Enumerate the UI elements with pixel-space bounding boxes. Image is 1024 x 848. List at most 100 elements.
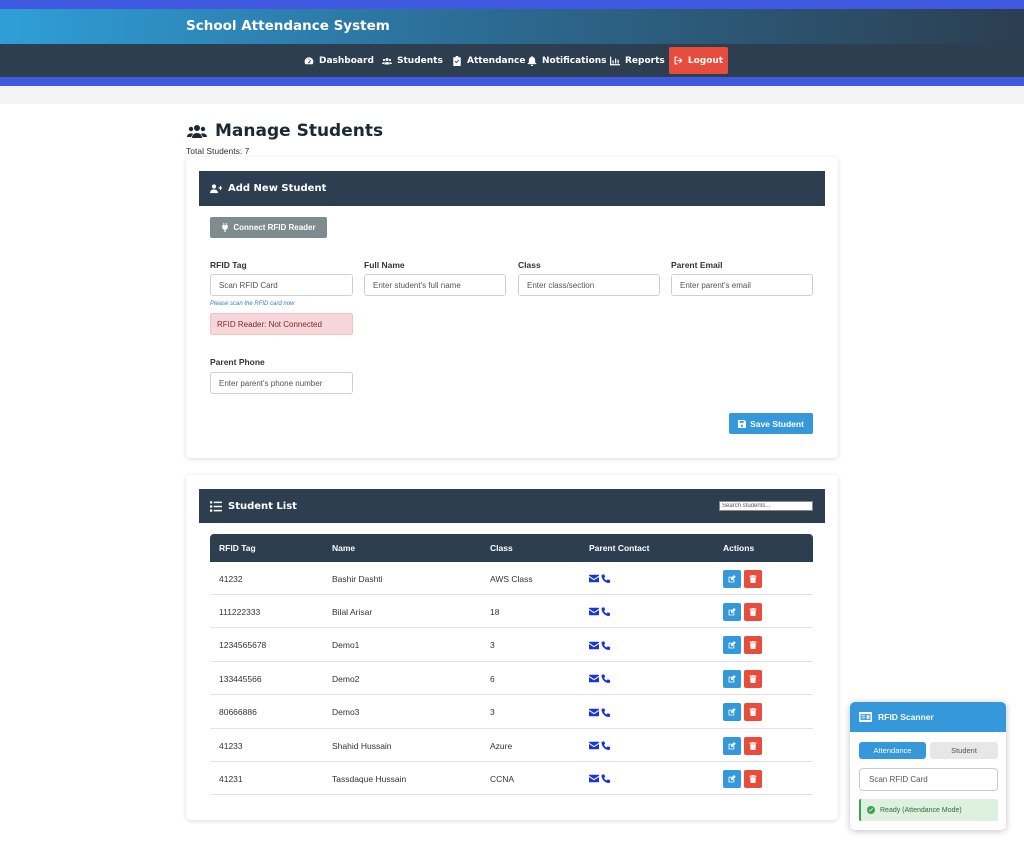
phone-icon[interactable] [601,707,611,717]
edit-student-button[interactable] [723,636,741,655]
bell-icon [527,55,537,66]
envelope-icon[interactable] [589,708,599,717]
edit-icon [728,607,736,616]
cell-class: AWS Class [490,573,533,584]
table-row: 133445566 Demo2 6 [210,662,813,696]
edit-student-button[interactable] [723,736,741,755]
delete-student-button[interactable] [744,636,762,655]
cell-class: 6 [490,673,495,684]
trash-icon [749,741,757,750]
cell-parent-contact [589,662,611,695]
edit-student-button[interactable] [723,569,741,588]
parent-email-input[interactable] [671,274,813,296]
phone-icon[interactable] [601,574,611,583]
cell-parent-contact [589,762,611,795]
phone-icon[interactable] [601,674,611,684]
cell-name: Shahid Hussain [332,740,392,751]
cell-class: Azure [490,740,513,751]
cell-class: 3 [490,640,495,651]
edit-student-button[interactable] [723,669,741,688]
envelope-icon[interactable] [589,741,599,750]
tab-attendance-mode[interactable]: Attendance [859,742,926,759]
sign-out-icon [674,56,683,65]
envelope-icon[interactable] [589,641,599,650]
delete-student-button[interactable] [744,703,762,722]
cell-rfid-tag: 111222333 [219,606,261,617]
nav-notifications-label: Notifications [542,55,607,66]
cell-name: Bilal Arisar [332,606,373,617]
column-rfid-tag: RFID Tag [219,543,256,553]
nav-attendance[interactable]: Attendance [452,44,525,77]
cell-parent-contact [589,562,611,595]
chart-icon [610,56,620,65]
cell-rfid-tag: 1234565678 [219,640,267,651]
envelope-icon[interactable] [589,607,599,616]
cell-name: Tassdaque Hussain [332,773,407,784]
rfid-tag-input[interactable] [210,274,353,296]
delete-student-button[interactable] [744,569,762,588]
logout-button[interactable]: Logout [669,47,728,74]
edit-icon [728,774,736,783]
delete-student-button[interactable] [744,736,762,755]
cell-name: Bashir Dashti [332,573,383,584]
rfid-scanner-title: RFID Scanner [878,712,934,722]
cell-parent-contact [589,629,611,662]
delete-student-button[interactable] [744,602,762,621]
trash-icon [749,708,757,717]
scan-rfid-input[interactable] [859,768,998,791]
delete-student-button[interactable] [744,669,762,688]
cell-parent-contact [589,595,611,628]
cell-name: Demo2 [332,673,360,684]
table-row: 80666886 Demo3 3 [210,696,813,729]
cell-class: 18 [490,606,500,617]
edit-student-button[interactable] [723,769,741,788]
nav-reports[interactable]: Reports [610,44,665,77]
rfid-scan-hint: Please scan the RFID card now [210,301,295,307]
cell-rfid-tag: 133445566 [219,673,262,684]
envelope-icon[interactable] [589,574,599,583]
main-navbar: Dashboard Students Attendance Notificati… [0,44,1024,77]
envelope-icon[interactable] [589,674,599,683]
rfid-scanner-header: RFID Scanner [850,702,1006,732]
parent-phone-input[interactable] [210,372,353,394]
save-student-button[interactable]: Save Student [729,413,813,434]
envelope-icon[interactable] [589,774,599,783]
nav-dashboard-label: Dashboard [319,55,374,66]
delete-student-button[interactable] [744,769,762,788]
full-name-label: Full Name [364,260,405,270]
logout-label: Logout [687,55,724,66]
dashboard-icon [304,56,314,64]
edit-student-button[interactable] [723,602,741,621]
table-row: 111222333 Bilal Arisar 18 [210,595,813,629]
total-students-count: Total Students: 7 [186,146,250,156]
top-accent-strip [0,0,1024,9]
class-input[interactable] [518,274,660,296]
cell-class: 3 [490,707,495,718]
nav-notifications[interactable]: Notifications [527,44,607,77]
connect-rfid-button[interactable]: Connect RFID Reader [210,217,327,238]
edit-icon [728,741,736,749]
cell-actions [723,729,765,762]
full-name-input[interactable] [364,274,506,296]
table-row: 41232 Bashir Dashti AWS Class [210,562,813,595]
check-circle-icon [867,806,875,814]
class-label: Class [518,260,541,270]
phone-icon[interactable] [601,774,611,784]
cell-parent-contact [589,696,611,729]
cell-name: Demo3 [332,707,360,718]
tab-student-mode[interactable]: Student [930,742,998,759]
add-student-heading: Add New Student [228,183,327,194]
phone-icon[interactable] [601,607,611,617]
nav-dashboard[interactable]: Dashboard [304,44,374,77]
search-students-input[interactable] [719,501,813,511]
connect-rfid-label: Connect RFID Reader [233,223,316,232]
cell-class: CCNA [490,773,515,784]
trash-icon [749,674,757,683]
nav-students[interactable]: Students [382,44,443,77]
title-bar: School Attendance System [0,9,1024,44]
edit-student-button[interactable] [723,703,741,722]
phone-icon[interactable] [601,641,611,650]
table-row: 1234565678 Demo1 3 [210,629,813,662]
cell-actions [723,562,765,595]
phone-icon[interactable] [601,741,611,750]
